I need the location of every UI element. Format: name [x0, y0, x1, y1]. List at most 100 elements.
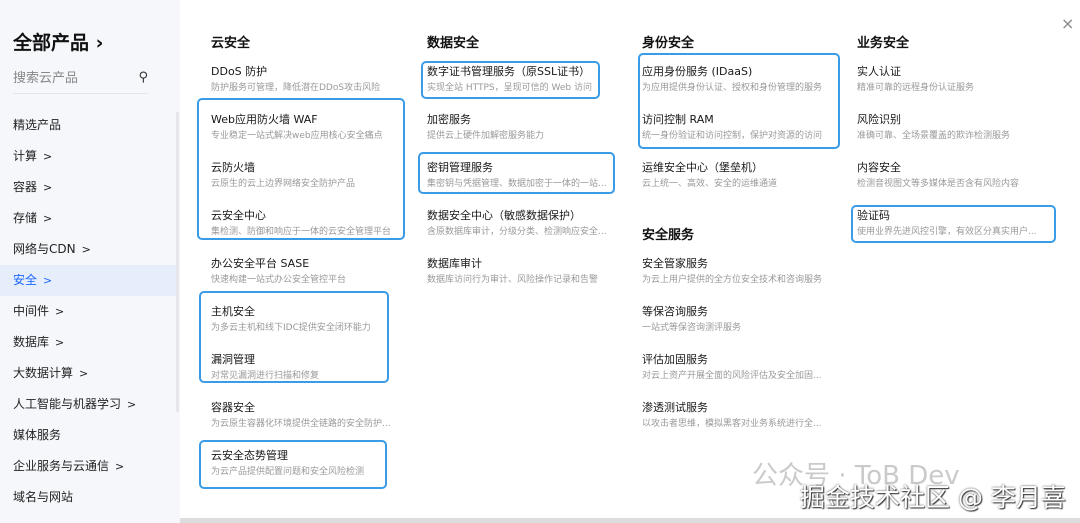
product-description: 以攻击者思维，模拟黑客对业务系统进行全... [642, 419, 822, 429]
product-title: 云安全态势管理 [211, 449, 288, 462]
sidebar-item[interactable]: 存储 > [0, 203, 178, 234]
sidebar-item-label: 人工智能与机器学习 [13, 397, 122, 411]
product-description: 集检测、防御和响应于一体的云安全管理平台 [211, 227, 392, 237]
product-description: 检测音视图文等多媒体是否含有风险内容 [857, 179, 1020, 189]
sidebar-item[interactable]: 企业服务与云通信 > [0, 451, 178, 482]
column-heading: 身份安全 [642, 36, 695, 51]
product-description: 为多云主机和线下IDC提供安全闭环能力 [211, 323, 371, 333]
all-products-title[interactable]: 全部产品 › [13, 28, 103, 55]
chevron-right-icon: > [55, 305, 65, 318]
sidebar-item-label: 容器 [13, 180, 38, 194]
sidebar-item[interactable]: 人工智能与机器学习 > [0, 389, 178, 420]
product-description: 防护服务可管理，降低潜在DDoS攻击风险 [211, 83, 381, 93]
product-item[interactable]: 密钥管理服务集密钥与凭据管理、数据加密于一体的一站... [427, 161, 627, 191]
chevron-right-icon: > [81, 243, 91, 256]
product-description: 为云原生容器化环境提供全链路的安全防护... [211, 419, 391, 429]
product-description: 集密钥与凭据管理、数据加密于一体的一站... [427, 179, 607, 189]
product-item[interactable]: Web应用防火墙 WAF 专业稳定一站式解决web应用核心安全痛点 [211, 113, 411, 143]
product-item[interactable]: 数据安全中心（敏感数据保护） 含原数据库审计，分级分类、检测响应安全... [427, 209, 627, 239]
product-item[interactable]: 实人认证精准可靠的远程身份认证服务 [857, 65, 1057, 95]
product-item[interactable]: 运维安全中心（堡垒机） 云上统一、高效、安全的运维通道 [642, 161, 842, 191]
product-item[interactable]: 风险识别 准确可靠、全场景覆盖的欺诈检测服务 [857, 113, 1057, 143]
sidebar-item[interactable]: 大数据计算 > [0, 358, 178, 389]
product-title: 云防火墙 [211, 161, 255, 174]
sidebar-item[interactable]: 安全 > [0, 265, 178, 296]
close-icon[interactable]: × [1061, 14, 1074, 33]
sidebar-item-label: 数据库 [13, 335, 50, 349]
sidebar-item[interactable]: 数据库 > [0, 327, 178, 358]
chevron-right-icon: > [43, 181, 53, 194]
product-title: 访问控制 RAM [642, 113, 714, 126]
chevron-right-icon: > [55, 336, 65, 349]
product-title: 数据库审计 [427, 257, 482, 270]
product-description: 使用业界先进风控引擎，有效区分真实用户... [857, 227, 1037, 237]
product-item[interactable]: 渗透测试服务 以攻击者思维，模拟黑客对业务系统进行全... [642, 401, 842, 431]
product-title: Web应用防火墙 WAF [211, 113, 318, 126]
product-item[interactable]: 等保咨询服务 一站式等保咨询测评服务 [642, 305, 842, 335]
product-description: 快速构建一站式办公安全管控平台 [211, 275, 347, 285]
product-title: 主机安全 [211, 305, 255, 318]
chevron-right-icon: > [43, 212, 53, 225]
product-title: 密钥管理服务 [427, 161, 493, 174]
product-description: 准确可靠、全场景覆盖的欺诈检测服务 [857, 131, 1011, 141]
chevron-right-icon: > [79, 367, 89, 380]
sidebar-item-label: 域名与网站 [13, 490, 74, 504]
product-title: 数据安全中心（敏感数据保护） [427, 209, 581, 222]
sidebar-item[interactable]: 媒体服务 [0, 420, 178, 451]
sidebar-item[interactable]: 计算 > [0, 141, 178, 172]
chevron-right-icon: > [43, 150, 53, 163]
product-title: 运维安全中心（堡垒机） [642, 161, 763, 174]
product-item[interactable]: 数字证书管理服务（原SSL证书） 实现全站 HTTPS，呈现可信的 Web 访问 [427, 65, 627, 95]
sidebar: 全部产品 › ⚲ 精选产品计算 > 容器 > 存储 > 网络与CDN > 安全 > 中间件 > 数据库 >… [0, 0, 180, 523]
product-title: 实人认证 [857, 65, 901, 78]
product-description: 为应用提供身份认证、授权和身份管理的服务 [642, 83, 823, 93]
product-title: 评估加固服务 [642, 353, 708, 366]
sidebar-item[interactable]: 网络与CDN > [0, 234, 178, 265]
product-item[interactable]: 应用身份服务 (IDaaS) 为应用提供身份认证、授权和身份管理的服务 [642, 65, 842, 95]
column-heading: 数据安全 [427, 36, 480, 51]
chevron-right-icon: > [43, 274, 53, 287]
product-description: 含原数据库审计，分级分类、检测响应安全... [427, 227, 607, 237]
sidebar-item-label: 安全 [13, 273, 38, 287]
product-title: 办公安全平台 SASE [211, 257, 310, 270]
product-item[interactable]: 验证码使用业界先进风控引擎，有效区分真实用户... [857, 209, 1057, 239]
search-icon[interactable]: ⚲ [138, 70, 148, 85]
product-item[interactable]: 数据库审计数据库访问行为审计、风险操作记录和告警 [427, 257, 627, 287]
product-item[interactable]: 评估加固服务对云上资产开展全面的风险评估及安全加固... [642, 353, 842, 383]
product-item[interactable]: 主机安全为多云主机和线下IDC提供安全闭环能力 [211, 305, 411, 335]
column-heading: 安全服务 [642, 228, 695, 243]
product-item[interactable]: 容器安全为云原生容器化环境提供全链路的安全防护... [211, 401, 411, 431]
product-item[interactable]: DDoS 防护 防护服务可管理，降低潜在DDoS攻击风险 [211, 65, 411, 95]
product-item[interactable]: 云安全态势管理为云产品提供配置问题和安全风险检测 [211, 449, 411, 479]
product-item[interactable]: 安全管家服务 为云上用户提供的全方位安全技术和咨询服务 [642, 257, 842, 287]
product-description: 为云产品提供配置问题和安全风险检测 [211, 467, 365, 477]
product-item[interactable]: 办公安全平台 SASE 快速构建一站式办公安全管控平台 [211, 257, 411, 287]
product-title: 漏洞管理 [211, 353, 255, 366]
sidebar-item[interactable]: 域名与网站 [0, 482, 178, 513]
product-description: 数据库访问行为审计、风险操作记录和告警 [427, 275, 599, 285]
product-description: 云上统一、高效、安全的运维通道 [642, 179, 778, 189]
page-bottom-strip [180, 518, 1080, 523]
product-description: 精准可靠的远程身份认证服务 [857, 83, 975, 93]
product-title: 验证码 [857, 209, 890, 222]
column-heading: 业务安全 [857, 36, 910, 51]
sidebar-item-label: 企业服务与云通信 [13, 459, 110, 473]
sidebar-item[interactable]: 精选产品 [0, 110, 178, 141]
product-title: 云安全中心 [211, 209, 266, 222]
product-item[interactable]: 漏洞管理 对常见漏洞进行扫描和修复 [211, 353, 411, 383]
product-description: 云原生的云上边界网络安全防护产品 [211, 179, 356, 189]
chevron-right-icon: › [95, 32, 104, 54]
sidebar-item-label: 计算 [13, 149, 38, 163]
product-item[interactable]: 加密服务 提供云上硬件加解密服务能力 [427, 113, 627, 143]
product-item[interactable]: 云安全中心集检测、防御和响应于一体的云安全管理平台 [211, 209, 411, 239]
product-item[interactable]: 内容安全 检测音视图文等多媒体是否含有风险内容 [857, 161, 1057, 191]
product-title: 容器安全 [211, 401, 255, 414]
scrollbar[interactable] [176, 112, 179, 412]
product-item[interactable]: 访问控制 RAM 统一身份验证和访问控制，保护对资源的访问 [642, 113, 842, 143]
product-item[interactable]: 云防火墙云原生的云上边界网络安全防护产品 [211, 161, 411, 191]
search-input[interactable] [13, 64, 123, 92]
sidebar-item[interactable]: 容器 > [0, 172, 178, 203]
product-description: 对云上资产开展全面的风险评估及安全加固... [642, 371, 822, 381]
sidebar-item[interactable]: 中间件 > [0, 296, 178, 327]
column-heading: 云安全 [211, 36, 251, 51]
